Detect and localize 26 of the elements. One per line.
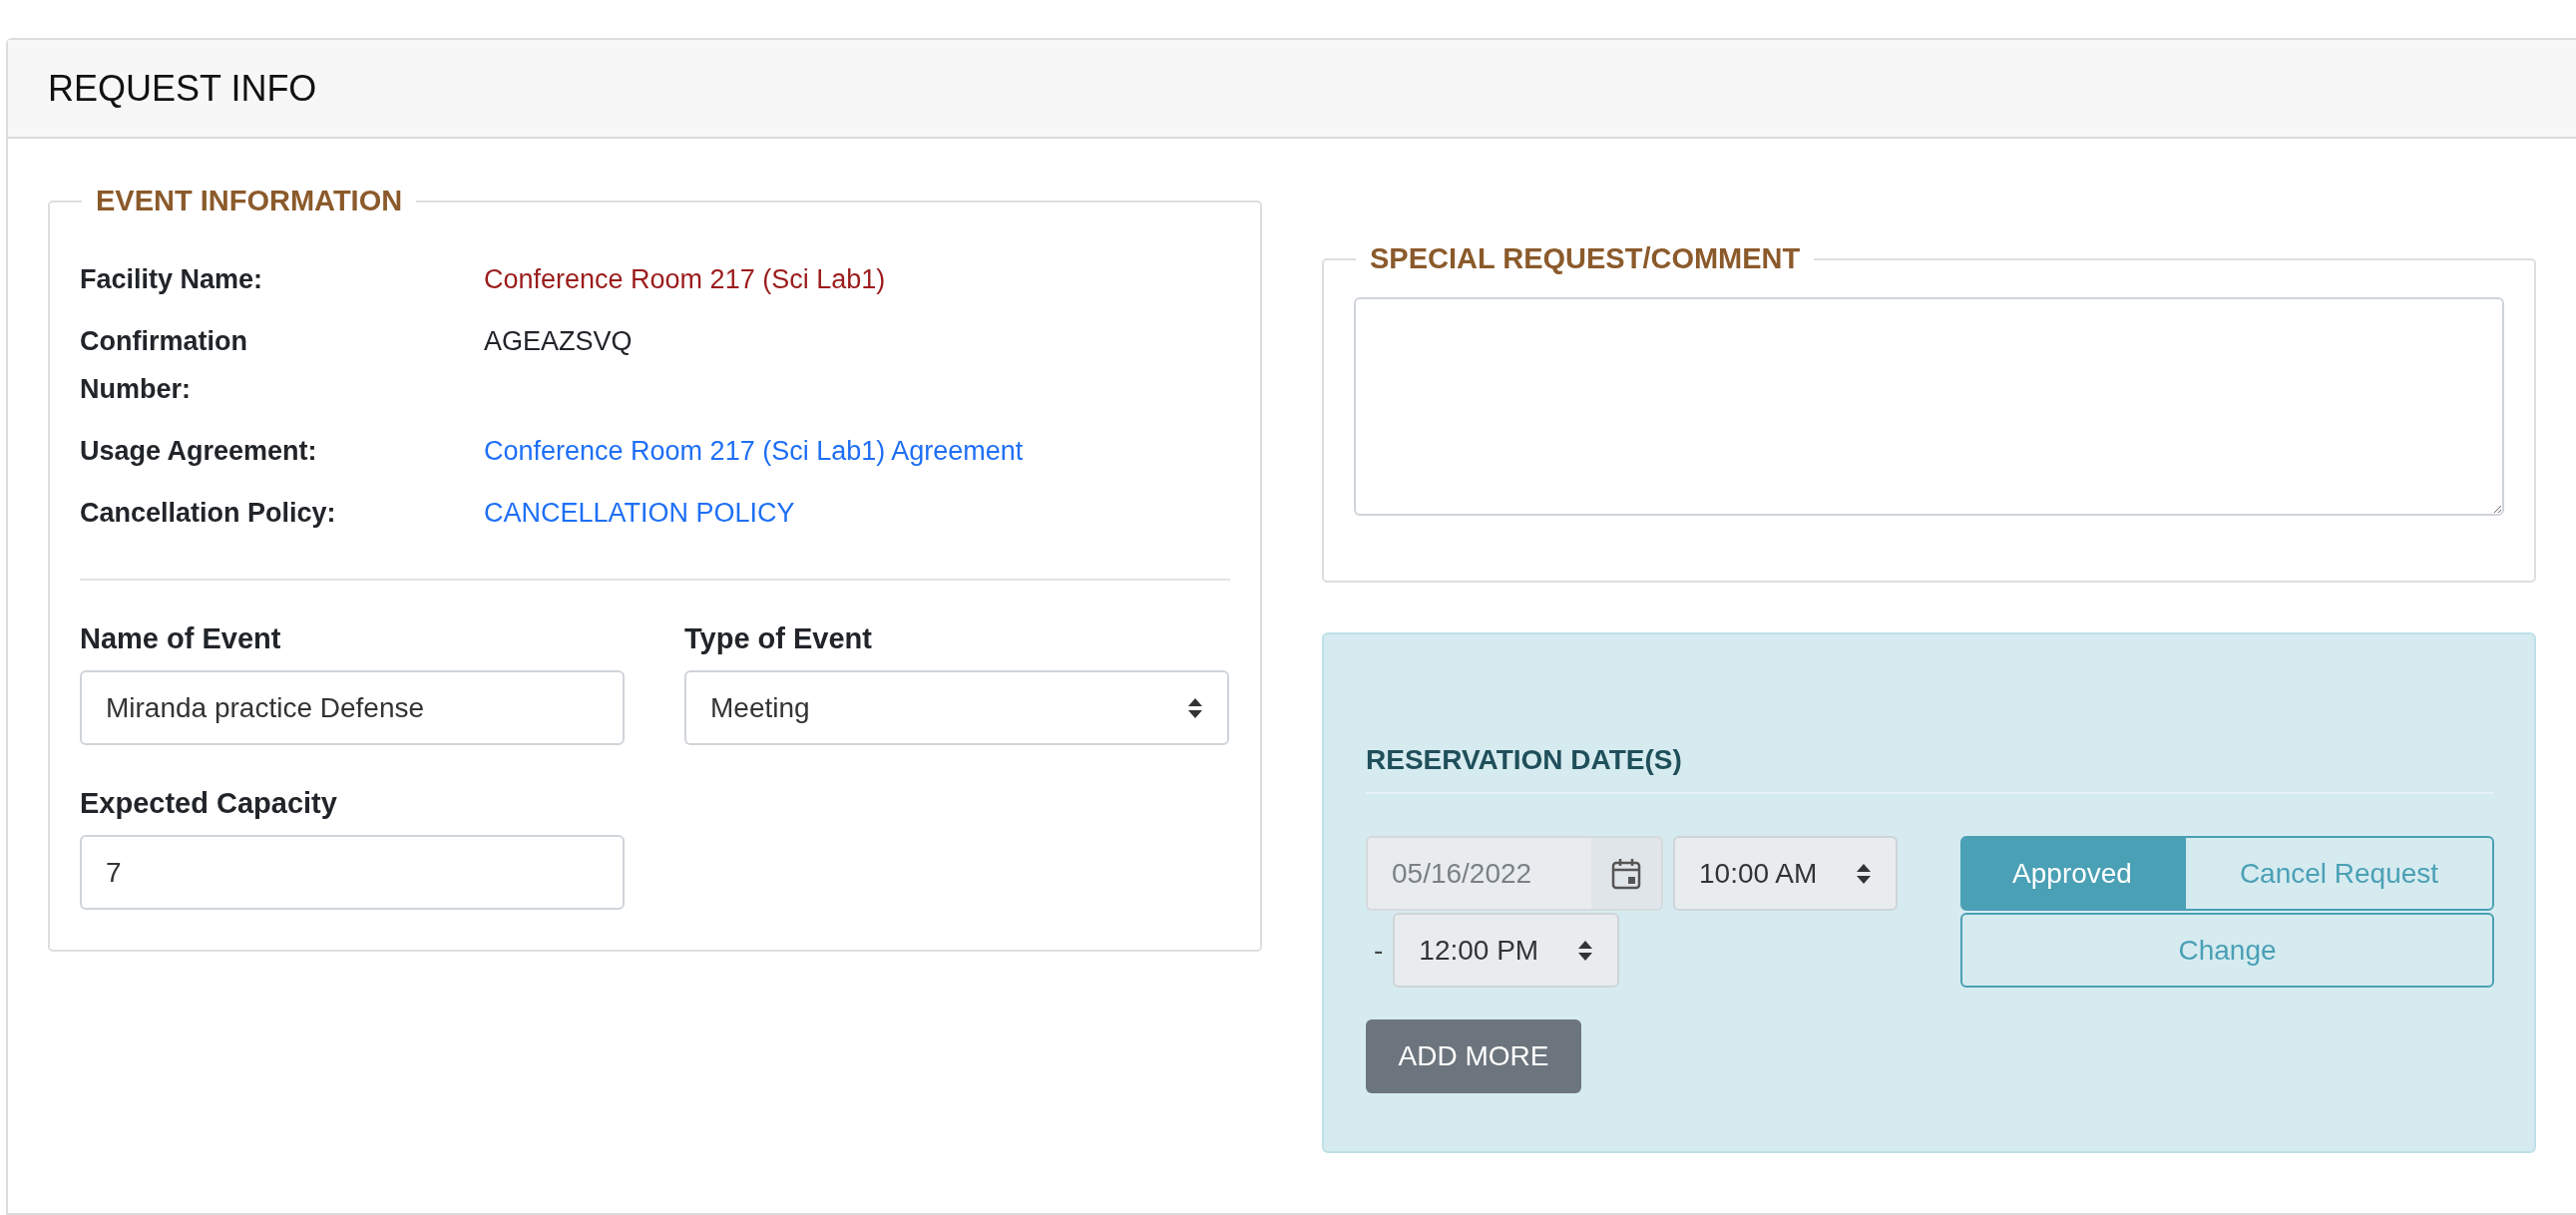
event-name-field[interactable]: Miranda practice Defense	[80, 670, 625, 745]
panel-legend: SPECIAL REQUEST/COMMENT	[1356, 242, 1815, 275]
detail-value: Conference Room 217 (Sci Lab1)	[484, 263, 887, 296]
detail-link[interactable]: CANCELLATION POLICY	[484, 498, 795, 528]
status-button[interactable]: Approved	[1960, 836, 2184, 911]
add-more-button[interactable]: ADD MORE	[1366, 1019, 1581, 1093]
status-button[interactable]: Cancel Request	[2184, 836, 2494, 911]
capacity-field[interactable]: 7	[80, 835, 625, 910]
detail-label: Confirmation Number:	[80, 325, 248, 406]
field-label: Name of Event	[80, 621, 282, 656]
detail-value: AGEAZSVQ	[484, 325, 634, 358]
detail-label: Usage Agreement:	[80, 435, 318, 468]
panel-heading: RESERVATION DATE(S)	[1366, 744, 2494, 794]
start-time-select[interactable]: 10:00 AM	[1673, 836, 1898, 911]
change-button[interactable]: Change	[1960, 913, 2494, 988]
comment-field[interactable]	[1354, 297, 2504, 516]
detail-link[interactable]: Conference Room 217 (Sci Lab1) Agreement	[484, 436, 1024, 466]
detail-label: Facility Name:	[80, 263, 264, 296]
field-label: Type of Event	[684, 621, 873, 656]
card-title: REQUEST INFO	[48, 67, 317, 110]
time-separator: -	[1374, 934, 1384, 967]
panel-legend: EVENT INFORMATION	[82, 185, 417, 217]
event-type-select[interactable]: Meeting	[684, 670, 1229, 745]
detail-label: Cancellation Policy:	[80, 497, 337, 530]
field-label: Expected Capacity	[80, 786, 338, 821]
end-time-select[interactable]: 12:00 PM	[1393, 913, 1620, 988]
